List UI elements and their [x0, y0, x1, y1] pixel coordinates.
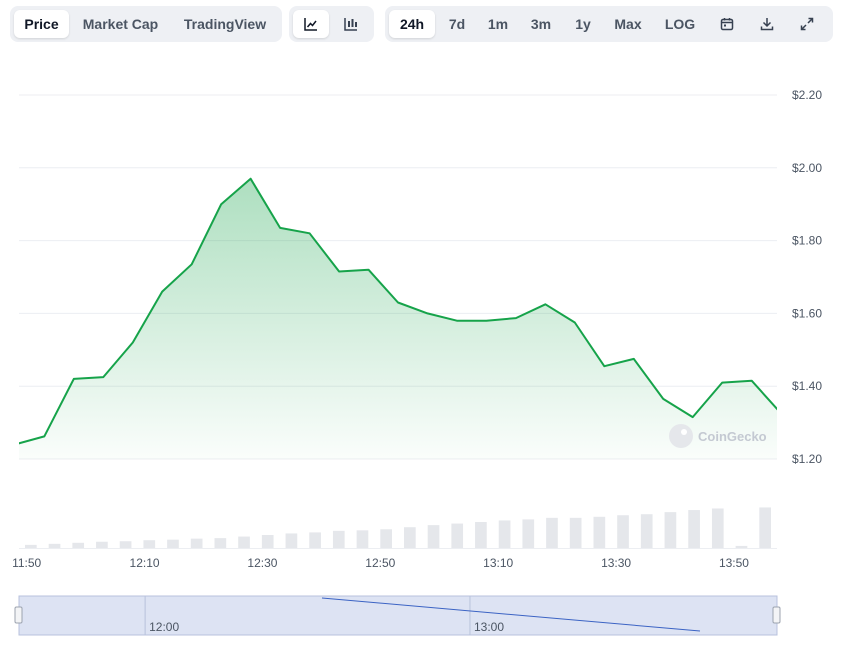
volume-bar — [356, 530, 369, 548]
volume-bar — [735, 545, 748, 548]
volume-bar — [688, 510, 700, 548]
x-tick-label: 12:50 — [365, 556, 395, 570]
volume-bar — [309, 532, 321, 548]
volume-bar — [380, 529, 392, 548]
volume-bar — [475, 522, 487, 548]
navigator-right-handle[interactable] — [772, 606, 781, 624]
time-navigator[interactable]: 12:00 13:00 — [14, 595, 781, 636]
volume-bar — [96, 541, 108, 548]
volume-bar — [190, 538, 203, 548]
volume-bar — [48, 543, 61, 548]
volume-bar — [167, 539, 179, 548]
volume-bar — [711, 508, 724, 548]
y-tick-label: $1.40 — [792, 379, 822, 393]
volume-bar — [404, 527, 416, 548]
volume-bar — [593, 516, 606, 548]
volume-bar — [261, 535, 274, 548]
volume-bar — [451, 523, 464, 548]
volume-bar — [569, 517, 582, 548]
volume-bar — [664, 512, 677, 548]
navigator-tick-label: 13:00 — [474, 620, 504, 634]
x-tick-label: 13:50 — [719, 556, 749, 570]
y-tick-label: $1.60 — [792, 306, 822, 320]
volume-bar — [640, 514, 653, 548]
navigator-window[interactable] — [18, 595, 778, 636]
volume-bar — [522, 519, 535, 548]
volume-bar — [119, 541, 132, 548]
volume-bar — [25, 544, 37, 548]
x-tick-label: 13:10 — [483, 556, 513, 570]
y-tick-label: $1.20 — [792, 452, 822, 466]
volume-bar — [427, 525, 440, 548]
y-tick-label: $1.80 — [792, 234, 822, 248]
volume-bar — [72, 542, 85, 548]
volume-bar — [759, 507, 771, 548]
volume-bar — [546, 517, 558, 548]
volume-bar — [285, 533, 298, 548]
x-tick-label: 13:30 — [601, 556, 631, 570]
y-tick-label: $2.20 — [792, 88, 822, 102]
volume-bar — [332, 530, 345, 548]
x-tick-label: 12:10 — [130, 556, 160, 570]
y-tick-label: $2.00 — [792, 161, 822, 175]
price-area — [19, 178, 777, 459]
price-chart[interactable]: CoinGecko $2.20 $2.00 $1.80 $1.60 $1.40 $1.20… — [0, 0, 842, 645]
volume-bar — [617, 515, 629, 548]
svg-text:CoinGecko: CoinGecko — [698, 429, 767, 444]
x-tick-label: 12:30 — [247, 556, 277, 570]
navigator-left-handle[interactable] — [14, 606, 23, 624]
volume-bar — [214, 538, 227, 548]
x-tick-label: 11:50 — [12, 556, 41, 570]
volume-bar — [143, 540, 156, 548]
navigator-tick-label: 12:00 — [149, 620, 179, 634]
volume-bar — [498, 520, 511, 548]
volume-bar — [238, 536, 250, 548]
